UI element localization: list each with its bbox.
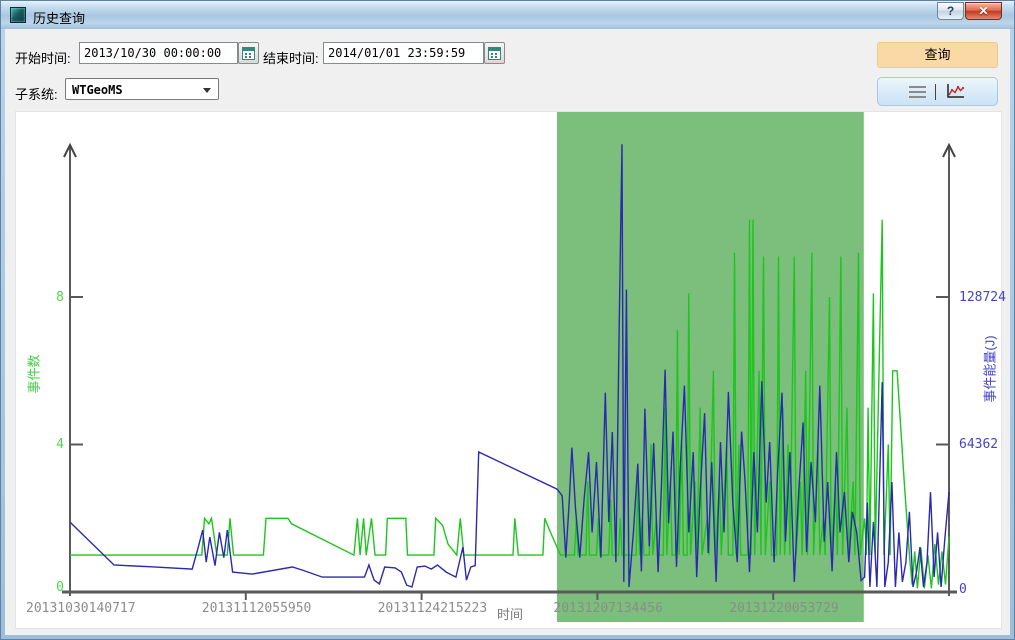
x-tick-label: 20131112055950	[202, 601, 312, 616]
close-button[interactable]: ✕	[965, 2, 1002, 20]
calendar-icon	[242, 47, 255, 60]
window-title: 历史查询	[33, 8, 85, 27]
history-chart[interactable]	[16, 112, 1003, 630]
chart-panel: 0 4 8 0 64362 128724 2013103014071720131…	[15, 111, 1002, 629]
end-date-picker-button[interactable]	[484, 42, 505, 64]
x-tick-label: 20131030140717	[26, 601, 136, 616]
client-area: 开始时间: 结束时间: 查询 子系统: WTGeoMS	[5, 29, 1010, 635]
end-time-input[interactable]	[323, 42, 484, 64]
left-axis-tick-4: 4	[44, 437, 64, 452]
end-time-label: 结束时间:	[263, 48, 319, 67]
chevron-down-icon	[203, 88, 211, 93]
subsystem-label: 子系统:	[15, 84, 58, 103]
calendar-icon	[488, 47, 501, 60]
x-axis-title: 时间	[497, 604, 523, 623]
selection-highlight	[557, 112, 864, 622]
x-tick-label: 20131220053729	[729, 601, 839, 616]
right-axis-title: 事件能量(J)	[980, 335, 999, 402]
list-view-button[interactable]	[909, 86, 926, 98]
chart-view-button[interactable]	[945, 83, 966, 100]
left-axis-title: 事件数	[24, 354, 43, 393]
toggle-divider	[935, 84, 936, 100]
close-icon: ✕	[978, 4, 988, 18]
history-query-window: 历史查询 ? ✕ 开始时间: 结束时间: 查询 子系统: WTGeoMS	[0, 0, 1015, 640]
left-axis-tick-8: 8	[44, 290, 64, 305]
query-button[interactable]: 查询	[877, 42, 998, 68]
right-axis-tick-128724: 128724	[959, 290, 1006, 305]
right-axis-tick-64362: 64362	[959, 437, 998, 452]
subsystem-selected-value: WTGeoMS	[72, 83, 123, 97]
right-axis-tick-0: 0	[959, 582, 967, 597]
titlebar[interactable]: 历史查询 ? ✕	[1, 1, 1014, 29]
x-tick-label: 20131124215223	[378, 601, 488, 616]
subsystem-select[interactable]: WTGeoMS	[65, 78, 219, 100]
start-time-input[interactable]	[79, 42, 238, 64]
left-axis-tick-0: 0	[44, 580, 64, 595]
start-date-picker-button[interactable]	[238, 42, 259, 64]
x-tick-label: 20131207134456	[553, 601, 663, 616]
view-toggle-group	[877, 77, 998, 106]
help-button[interactable]: ?	[937, 2, 964, 20]
app-icon	[10, 7, 26, 23]
start-time-label: 开始时间:	[15, 48, 71, 67]
